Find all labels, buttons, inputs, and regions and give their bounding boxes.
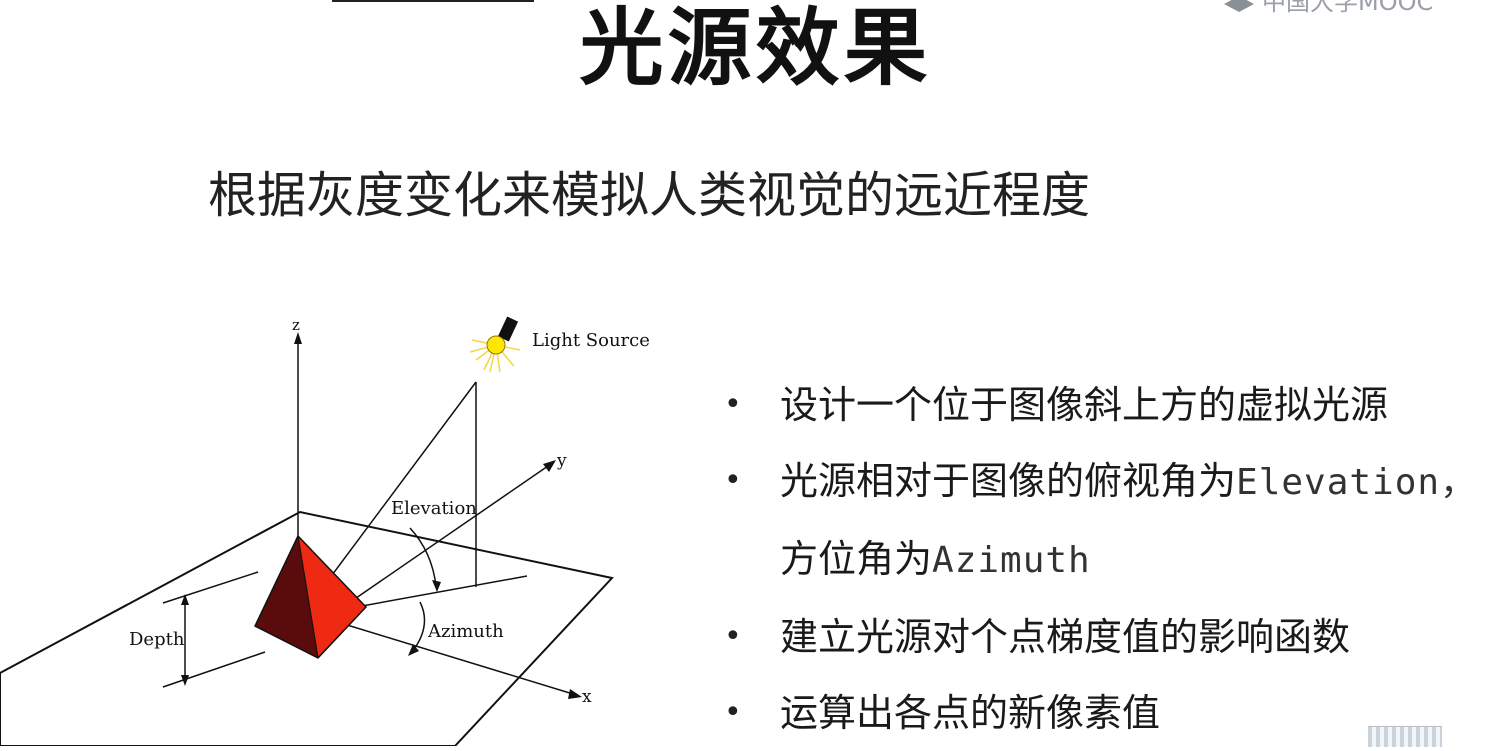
bullet-item-1: • 设计一个位于图像斜上方的虚拟光源 <box>724 367 1511 443</box>
light-bulb-icon <box>469 316 521 373</box>
bullet-dot: • <box>724 387 742 422</box>
bullet-text: 光源相对于图像的俯视角为 <box>780 459 1237 503</box>
bullet-text: 建立光源对个点梯度值的影响函数 <box>780 615 1351 659</box>
bullet-item-2-continued: 方位角为Azimuth <box>724 521 1511 599</box>
bullet-item-2: • 光源相对于图像的俯视角为Elevation， <box>724 443 1511 521</box>
y-axis-label: y <box>556 451 567 471</box>
depth-guide-bottom <box>162 651 266 688</box>
corner-thumbnail <box>1368 726 1442 747</box>
azimuth-arc <box>411 601 426 653</box>
elevation-label: Elevation <box>391 498 477 519</box>
bullet-text: 运算出各点的新像素值 <box>780 691 1161 735</box>
depth-guide-top <box>162 571 259 604</box>
lamp-bulb <box>486 335 506 355</box>
bullet-dot: • <box>724 695 742 730</box>
light-source-label: Light Source <box>532 330 650 351</box>
depth-label: Depth <box>129 629 185 650</box>
bullet-text: 方位角为 <box>780 537 933 581</box>
azimuth-label: Azimuth <box>427 621 504 642</box>
x-axis-label: x <box>582 687 592 707</box>
bullet-dot: • <box>724 463 742 498</box>
x-axis-arrow <box>568 689 582 699</box>
bullet-code-elevation: Elevation， <box>1236 462 1478 503</box>
slide-subtitle: 根据灰度变化来模拟人类视觉的远近程度 <box>208 167 1091 224</box>
bullet-item-3: • 建立光源对个点梯度值的影响函数 <box>724 599 1511 675</box>
elevation-arc-arrow <box>432 580 441 592</box>
bullet-list: • 设计一个位于图像斜上方的虚拟光源 • 光源相对于图像的俯视角为Elevati… <box>724 367 1511 751</box>
bullet-text: 设计一个位于图像斜上方的虚拟光源 <box>780 383 1389 427</box>
z-axis-label: z <box>292 316 300 334</box>
y-axis-arrow <box>543 460 556 472</box>
slide-title: 光源效果 <box>579 0 932 97</box>
bullet-code-azimuth: Azimuth <box>932 540 1091 581</box>
bullet-dot: • <box>724 619 742 654</box>
light-source-diagram: z y x Light Source Elevation Azimuth Dep… <box>0 316 650 746</box>
